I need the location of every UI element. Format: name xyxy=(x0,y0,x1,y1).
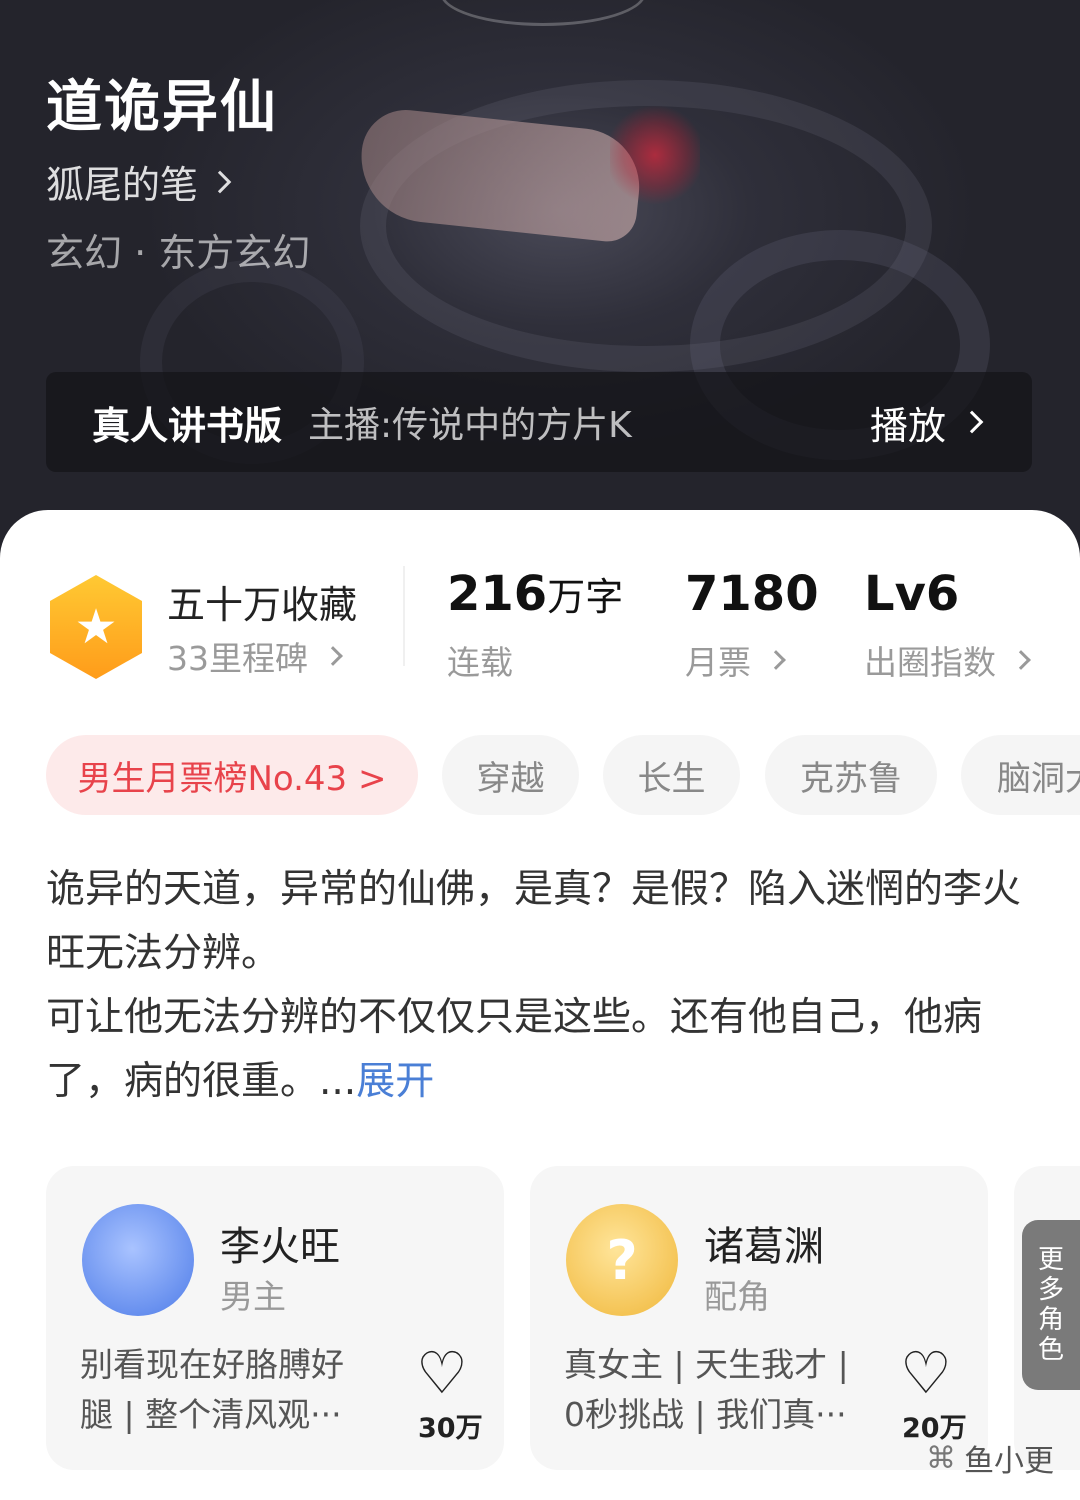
serial-status: 连载 xyxy=(447,643,513,682)
role-quote: 别看现在好胳膊好腿 | 整个清风观··· xyxy=(80,1345,344,1434)
collect-count[interactable]: 五十万收藏 xyxy=(167,574,357,629)
monthly-ticket-value: 7180 xyxy=(685,566,819,622)
tag-chip[interactable]: 穿越 xyxy=(442,735,579,815)
milestone-link[interactable]: 33里程碑 xyxy=(167,632,343,680)
popularity-index-link[interactable]: 出圈指数 xyxy=(864,636,1031,684)
more-roles-label: 更多角色 xyxy=(1037,1245,1064,1365)
heart-icon[interactable]: ♡ xyxy=(900,1344,952,1402)
word-count-value: 216 xyxy=(447,566,548,622)
role-avatar xyxy=(82,1204,194,1316)
book-genre: 玄幻 · 东方玄幻 xyxy=(46,231,311,275)
cover-halo xyxy=(440,0,646,26)
chevron-right-icon xyxy=(1011,650,1031,670)
tag-chip[interactable]: 脑洞大 xyxy=(961,735,1080,815)
heart-icon[interactable]: ♡ xyxy=(416,1344,468,1402)
tag-chip[interactable]: 长生 xyxy=(603,735,740,815)
play-label: 播放 xyxy=(869,403,946,448)
author-link[interactable]: 狐尾的笔 xyxy=(46,154,232,209)
audio-host: 主播:传说中的方片K xyxy=(308,405,632,446)
divider xyxy=(403,566,405,666)
tag-list: 男生月票榜No.43 > 穿越 长生 克苏鲁 脑洞大 xyxy=(0,735,1080,815)
expand-link[interactable]: 展开 xyxy=(356,1059,434,1104)
popularity-level: Lv6 xyxy=(864,566,960,622)
wechat-icon: ⌘ xyxy=(926,1440,956,1476)
chevron-right-icon xyxy=(208,170,232,193)
role-card[interactable]: 李火旺 男主 别看现在好胳膊好腿 | 整个清风观··· ♡ 30万 xyxy=(46,1166,504,1470)
author-name: 狐尾的笔 xyxy=(46,163,199,207)
audio-book-bar[interactable]: 真人讲书版 主播:传说中的方片K 播放 xyxy=(46,372,1032,472)
book-title: 道诡异仙 xyxy=(46,74,278,140)
word-count-unit: 万字 xyxy=(547,575,624,619)
role-type: 配角 xyxy=(704,1277,770,1316)
description-text: 诡异的天道，异常的仙佛，是真？是假？陷入迷惘的李火旺无法分辨。 可让他无法分辨的… xyxy=(46,867,1022,1104)
audio-label: 真人讲书版 xyxy=(92,403,283,448)
chevron-right-icon xyxy=(960,410,984,434)
role-name: 诸葛渊 xyxy=(704,1224,824,1270)
play-button[interactable]: 播放 xyxy=(869,395,984,450)
more-roles-button[interactable]: 更多角色 xyxy=(1022,1220,1080,1390)
role-card[interactable]: ? 诸葛渊 配角 真女主 | 天生我才 | 0秒挑战 | 我们真··· ♡ 20… xyxy=(530,1166,988,1470)
word-count: 216万字 xyxy=(447,566,623,622)
like-count: 30万 xyxy=(418,1413,483,1444)
role-quote: 真女主 | 天生我才 | 0秒挑战 | 我们真··· xyxy=(564,1345,849,1434)
chevron-right-icon xyxy=(766,650,786,670)
book-description[interactable]: 诡异的天道，异常的仙佛，是真？是假？陷入迷惘的李火旺无法分辨。 可让他无法分辨的… xyxy=(46,858,1046,1114)
role-type: 男主 xyxy=(220,1277,286,1316)
rank-tag[interactable]: 男生月票榜No.43 > xyxy=(46,735,418,815)
tag-chip[interactable]: 克苏鲁 xyxy=(765,735,937,815)
role-name: 李火旺 xyxy=(220,1224,340,1270)
monthly-ticket-link[interactable]: 月票 xyxy=(685,636,786,684)
popularity-index-label: 出圈指数 xyxy=(864,643,996,682)
chevron-right-icon xyxy=(323,646,343,666)
watermark-text: 鱼小更 xyxy=(964,1444,1054,1479)
cover-blood-splatter xyxy=(610,100,700,210)
question-avatar-icon: ? xyxy=(566,1204,678,1316)
watermark: ⌘ 鱼小更 xyxy=(926,1436,1054,1480)
star-icon: ★ xyxy=(74,599,118,655)
milestone-label: 33里程碑 xyxy=(167,639,308,678)
monthly-ticket-label: 月票 xyxy=(685,643,751,682)
